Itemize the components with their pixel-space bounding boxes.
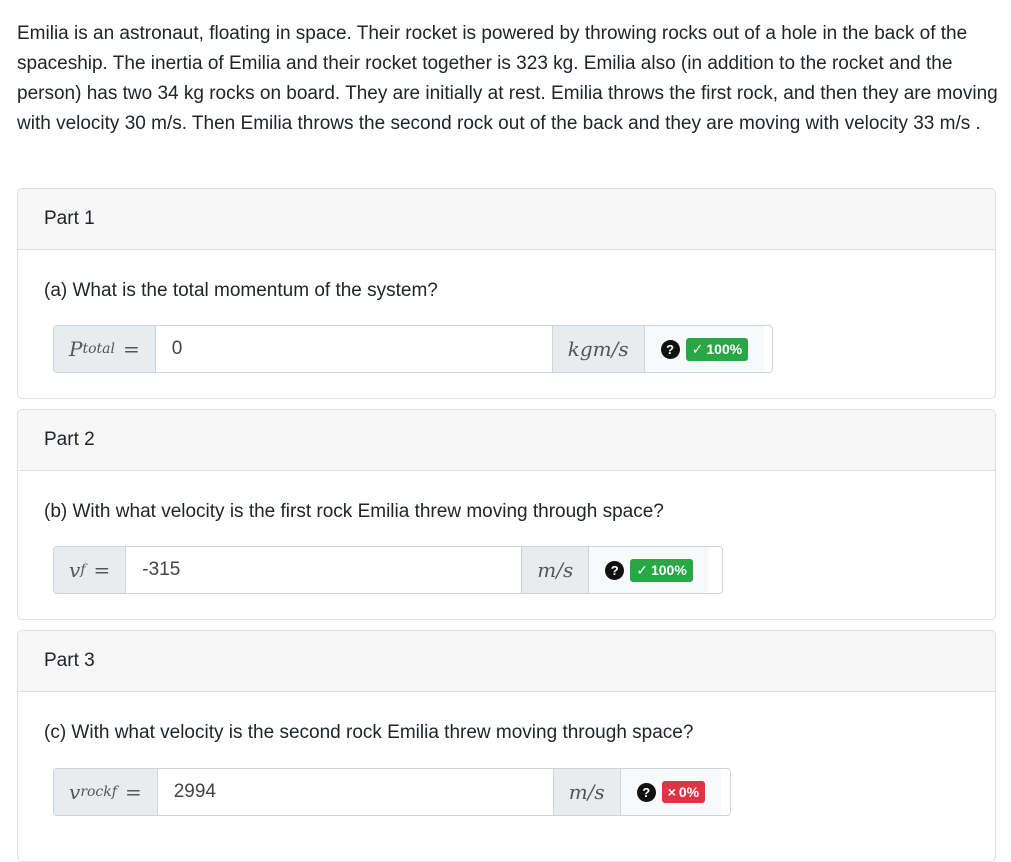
part-1-unit-label: kgm/s [551,326,644,372]
part-2-status: ? ✓ 100% [588,547,709,593]
check-icon: ✓ [691,340,704,357]
variable-subscript: rockf [80,784,117,800]
part-3-unit-label: m/s [552,769,620,815]
help-icon[interactable]: ? [660,339,680,359]
part-3-header[interactable]: Part 3 [18,631,995,692]
part-2-card: Part 2 (b) With what velocity is the fir… [17,409,996,620]
score-text: 0% [678,784,700,800]
variable-symbol: P [69,337,83,361]
part-1-score-badge: ✓ 100% [685,337,749,361]
part-2-header[interactable]: Part 2 [18,410,995,471]
part-2-answer-group: vf = m/s ? ✓ 100% [53,546,723,594]
part-1-answer-group: Ptotal = kgm/s ? ✓ 100% [53,325,773,373]
question-text: Emilia is an astronaut, floating in spac… [17,23,998,134]
part-3-status: ? × 0% [619,769,722,815]
part-3-answer-group: vrockf = m/s ? × 0% [53,768,731,816]
equals-sign: = [122,337,140,361]
part-2-variable-label: v f = [54,547,127,593]
equals-sign: = [93,558,111,582]
part-3-variable-label: v rockf = [54,769,158,815]
part-1-header[interactable]: Part 1 [18,189,995,250]
part-2-unit-label: m/s [521,547,589,593]
part-1-card: Part 1 (a) What is the total momentum of… [17,188,996,399]
variable-subscript: total [82,341,115,357]
part-2-prompt: (b) With what velocity is the first rock… [44,501,664,522]
part-3-answer-input[interactable] [157,769,553,815]
variable-symbol: v [69,780,81,804]
part-1-variable-label: Ptotal = [54,326,156,372]
part-1-answer-input[interactable] [155,326,552,372]
variable-symbol: v [69,558,81,582]
part-3-prompt: (c) With what velocity is the second roc… [44,722,694,743]
help-icon[interactable]: ? [636,782,656,802]
score-text: 100% [706,341,743,357]
part-1-status: ? ✓ 100% [643,326,765,372]
equals-sign: = [124,780,142,804]
part-2-score-badge: ✓ 100% [630,558,693,582]
part-3-score-badge: × 0% [661,781,706,803]
cross-icon: × [667,784,676,800]
help-icon[interactable]: ? [605,560,625,580]
part-1-prompt: (a) What is the total momentum of the sy… [44,280,438,301]
part-3-card: Part 3 (c) With what velocity is the sec… [17,630,996,862]
variable-subscript: f [80,562,86,578]
score-text: 100% [650,562,687,578]
check-icon: ✓ [636,561,648,578]
part-2-answer-input[interactable] [126,547,522,593]
